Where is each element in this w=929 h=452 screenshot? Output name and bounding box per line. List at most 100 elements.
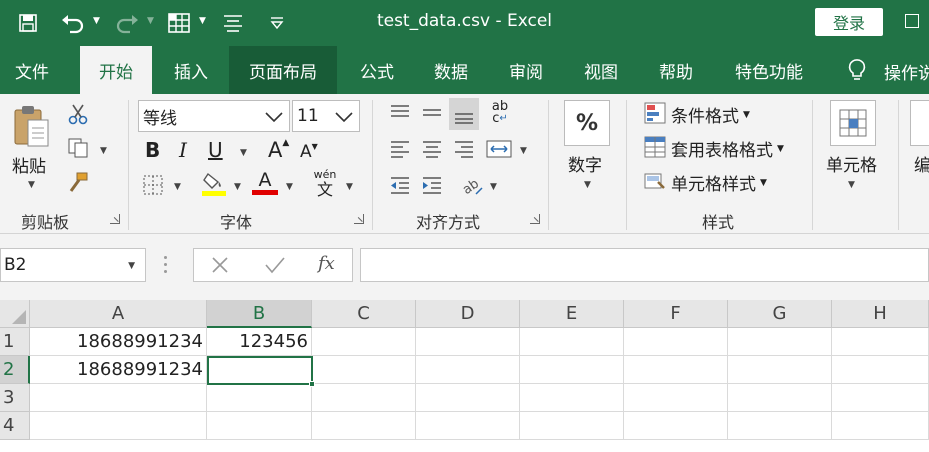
cell-d3[interactable] — [416, 384, 520, 412]
cell-a4[interactable] — [30, 412, 207, 440]
align-lines-icon[interactable] — [218, 10, 248, 36]
row-header-3[interactable]: 3 — [0, 384, 30, 412]
number-dropdown-caret[interactable]: ▼ — [584, 180, 591, 190]
bold-button[interactable]: B — [145, 138, 160, 162]
cell-a3[interactable] — [30, 384, 207, 412]
orientation-icon[interactable]: ab — [458, 172, 486, 198]
cell-b1[interactable]: 123456 — [207, 328, 312, 356]
cell-d1[interactable] — [416, 328, 520, 356]
top-align-icon[interactable] — [387, 100, 413, 126]
cell-styles-icon[interactable] — [644, 170, 666, 192]
cell-c1[interactable] — [312, 328, 416, 356]
row-header-1[interactable]: 1 — [0, 328, 30, 356]
format-painter-icon[interactable] — [66, 170, 90, 194]
cell-a1[interactable]: 18688991234 — [30, 328, 207, 356]
tab-review[interactable]: 审阅 — [494, 46, 558, 94]
paste-button[interactable]: 粘贴 — [12, 152, 46, 177]
cell-h3[interactable] — [832, 384, 929, 412]
formula-input[interactable] — [360, 248, 929, 282]
tab-formulas[interactable]: 公式 — [345, 46, 409, 94]
cell-e3[interactable] — [520, 384, 624, 412]
italic-button[interactable]: I — [179, 138, 187, 162]
cell-b4[interactable] — [207, 412, 312, 440]
cell-a2[interactable]: 18688991234 — [30, 356, 207, 384]
editing-button[interactable]: 编 — [914, 151, 929, 176]
column-header-c[interactable]: C — [312, 300, 416, 328]
cell-c3[interactable] — [312, 384, 416, 412]
copy-dropdown-caret[interactable]: ▼ — [100, 146, 107, 156]
column-header-f[interactable]: F — [624, 300, 728, 328]
cell-d2[interactable] — [416, 356, 520, 384]
fill-handle[interactable] — [309, 381, 315, 387]
ribbon-display-icon[interactable] — [905, 14, 919, 28]
cancel-icon[interactable] — [210, 255, 230, 279]
merge-center-icon[interactable] — [485, 136, 513, 162]
font-name-select[interactable]: 等线 — [138, 100, 290, 132]
cell-f3[interactable] — [624, 384, 728, 412]
tab-home[interactable]: 开始 — [80, 46, 152, 94]
borders-icon[interactable] — [142, 174, 164, 196]
phonetic-button[interactable]: wén 文 — [312, 168, 338, 198]
phonetic-dropdown-caret[interactable]: ▼ — [346, 182, 353, 192]
align-right-icon[interactable] — [451, 136, 477, 162]
font-color-button[interactable]: A — [252, 170, 278, 196]
redo-icon[interactable] — [112, 10, 142, 36]
clipboard-launcher-icon[interactable] — [110, 214, 120, 224]
shrink-font-button[interactable]: A ▼ — [300, 142, 318, 163]
column-header-b[interactable]: B — [207, 300, 312, 328]
paste-icon[interactable] — [10, 102, 54, 152]
wrap-text-button[interactable]: ab c ↵ — [486, 98, 514, 128]
cell-g1[interactable] — [728, 328, 832, 356]
form-dropdown-caret[interactable]: ▼ — [199, 16, 206, 26]
cell-e1[interactable] — [520, 328, 624, 356]
alignment-launcher-icon[interactable] — [530, 214, 540, 224]
cell-h4[interactable] — [832, 412, 929, 440]
row-header-4[interactable]: 4 — [0, 412, 30, 440]
cell-f1[interactable] — [624, 328, 728, 356]
number-button[interactable]: 数字 — [568, 151, 602, 176]
cell-h2[interactable] — [832, 356, 929, 384]
font-color-dropdown-caret[interactable]: ▼ — [286, 182, 293, 192]
underline-button[interactable]: U — [208, 138, 223, 162]
cell-h1[interactable] — [832, 328, 929, 356]
column-header-e[interactable]: E — [520, 300, 624, 328]
fill-color-dropdown-caret[interactable]: ▼ — [234, 182, 241, 192]
bottom-align-icon[interactable] — [449, 98, 479, 130]
cell-g4[interactable] — [728, 412, 832, 440]
fill-color-icon[interactable] — [202, 170, 226, 196]
tab-file[interactable]: 文件 — [0, 46, 64, 94]
decrease-indent-icon[interactable] — [387, 172, 413, 198]
cell-e2[interactable] — [520, 356, 624, 384]
column-header-h[interactable]: H — [832, 300, 929, 328]
format-as-table-button[interactable]: 套用表格格式 ▼ — [671, 136, 784, 161]
undo-icon[interactable] — [58, 10, 88, 36]
borders-dropdown-caret[interactable]: ▼ — [174, 182, 181, 192]
insert-function-icon[interactable]: fx — [318, 253, 335, 274]
number-format-icon[interactable]: % — [564, 100, 610, 146]
column-header-a[interactable]: A — [30, 300, 207, 328]
save-icon[interactable] — [14, 10, 42, 36]
merge-dropdown-caret[interactable]: ▼ — [520, 146, 527, 156]
cell-g2[interactable] — [728, 356, 832, 384]
form-grid-icon[interactable] — [164, 10, 194, 36]
cell-d4[interactable] — [416, 412, 520, 440]
cell-c2[interactable] — [312, 356, 416, 384]
cell-f4[interactable] — [624, 412, 728, 440]
name-box[interactable]: B2 ▼ — [0, 248, 146, 282]
middle-align-icon[interactable] — [419, 100, 445, 126]
formula-bar-grip[interactable] — [164, 256, 168, 274]
conditional-formatting-icon[interactable] — [644, 102, 666, 124]
cells-button[interactable]: 单元格 — [826, 151, 877, 176]
copy-icon[interactable] — [66, 136, 90, 160]
cell-styles-button[interactable]: 单元格样式 ▼ — [671, 170, 767, 195]
tab-view[interactable]: 视图 — [568, 46, 634, 94]
column-header-d[interactable]: D — [416, 300, 520, 328]
cell-b3[interactable] — [207, 384, 312, 412]
undo-dropdown-caret[interactable]: ▼ — [93, 16, 100, 26]
tab-data[interactable]: 数据 — [418, 46, 484, 94]
select-all-button[interactable] — [0, 300, 30, 328]
cut-icon[interactable] — [66, 102, 90, 126]
lightbulb-icon[interactable] — [848, 58, 866, 86]
grow-font-button[interactable]: A ▲ — [268, 138, 289, 162]
tab-page-layout[interactable]: 页面布局 — [229, 46, 337, 94]
